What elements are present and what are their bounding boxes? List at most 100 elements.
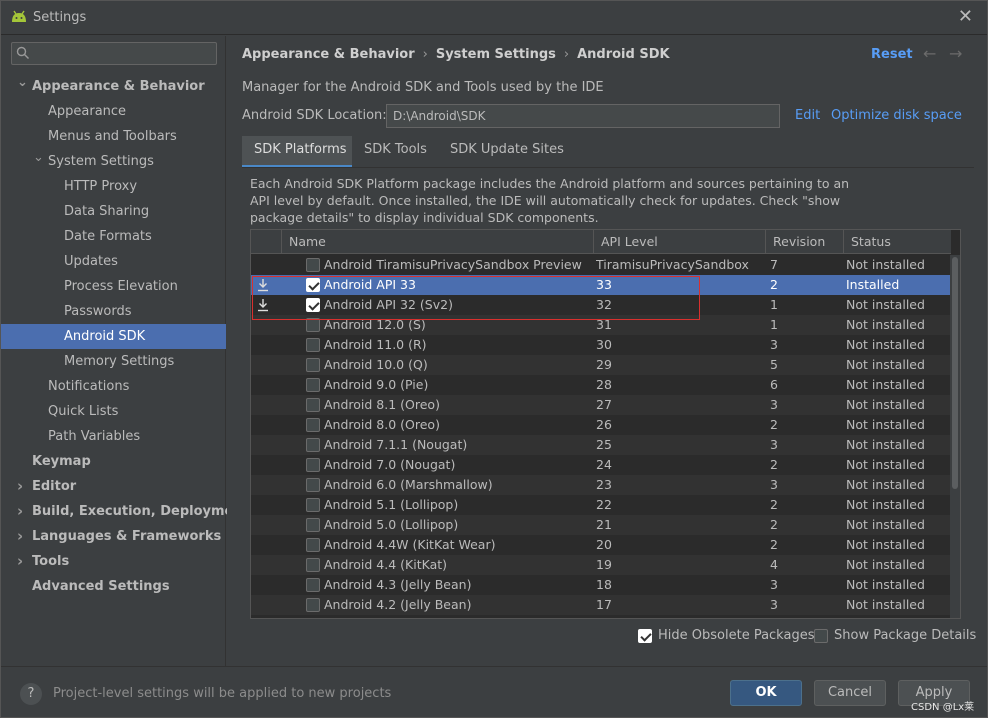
table-row[interactable]: Android 4.4W (KitKat Wear) 20 2 Not install…: [251, 535, 951, 555]
sidebar-item[interactable]: Data Sharing: [1, 199, 226, 224]
scrollbar-thumb[interactable]: [952, 257, 958, 489]
row-checkbox[interactable]: [306, 338, 320, 352]
sidebar-item-label: HTTP Proxy: [64, 179, 138, 194]
sidebar-item[interactable]: › Languages & Frameworks: [1, 524, 226, 549]
table-row[interactable]: Android 7.1.1 (Nougat) 25 3 Not installed: [251, 435, 951, 455]
cancel-button[interactable]: Cancel: [814, 680, 886, 706]
row-checkbox[interactable]: [306, 498, 320, 512]
row-checkbox[interactable]: [306, 478, 320, 492]
edit-link[interactable]: Edit: [795, 108, 820, 123]
table-row[interactable]: Android 4.3 (Jelly Bean) 18 3 Not installed: [251, 575, 951, 595]
optimize-disk-space-link[interactable]: Optimize disk space: [831, 108, 962, 123]
table-scrollbar[interactable]: [950, 255, 960, 618]
sidebar-item[interactable]: Process Elevation: [1, 274, 226, 299]
table-row[interactable]: Android 9.0 (Pie) 28 6 Not installed: [251, 375, 951, 395]
sidebar-item[interactable]: Memory Settings: [1, 349, 226, 374]
table-row[interactable]: Android API 32 (Sv2) 32 1 Not installed: [251, 295, 951, 315]
cell-name: Android API 32 (Sv2): [324, 297, 453, 312]
title-bar: Settings ✕: [1, 1, 987, 35]
close-icon[interactable]: ✕: [958, 6, 973, 27]
row-checkbox[interactable]: [306, 578, 320, 592]
column-header-status[interactable]: Status: [843, 230, 951, 254]
table-row[interactable]: Android 12.0 (S) 31 1 Not installed: [251, 315, 951, 335]
chevron-right-icon[interactable]: ›: [17, 474, 23, 499]
column-header-api-level[interactable]: API Level: [593, 230, 765, 254]
row-checkbox[interactable]: [306, 358, 320, 372]
sidebar-item[interactable]: › Tools: [1, 549, 226, 574]
table-row[interactable]: Android 7.0 (Nougat) 24 2 Not installed: [251, 455, 951, 475]
sidebar-item[interactable]: › Build, Execution, Deployment: [1, 499, 249, 524]
row-checkbox[interactable]: [306, 558, 320, 572]
table-row[interactable]: Android 10.0 (Q) 29 5 Not installed: [251, 355, 951, 375]
table-row[interactable]: Android 8.1 (Oreo) 27 3 Not installed: [251, 395, 951, 415]
row-checkbox[interactable]: [306, 278, 320, 292]
cell-name: Android TiramisuPrivacySandbox Preview: [324, 257, 582, 272]
table-row[interactable]: Android 11.0 (R) 30 3 Not installed: [251, 335, 951, 355]
row-checkbox[interactable]: [306, 258, 320, 272]
sidebar-item[interactable]: › Editor: [1, 474, 226, 499]
row-checkbox[interactable]: [306, 298, 320, 312]
checkbox-checked-icon: [638, 629, 652, 643]
sidebar-item[interactable]: Advanced Settings: [1, 574, 226, 599]
sidebar-item[interactable]: Updates: [1, 249, 226, 274]
table-row[interactable]: Android 8.0 (Oreo) 26 2 Not installed: [251, 415, 951, 435]
table-row[interactable]: Android 6.0 (Marshmallow) 23 3 Not installe…: [251, 475, 951, 495]
table-row[interactable]: Android 4.4 (KitKat) 19 4 Not installed: [251, 555, 951, 575]
table-body: Android TiramisuPrivacySandbox Preview Ti…: [251, 255, 951, 615]
sidebar-item[interactable]: Date Formats: [1, 224, 226, 249]
chevron-down-icon[interactable]: ⌄: [33, 145, 44, 170]
breadcrumb-item[interactable]: Appearance & Behavior: [242, 47, 415, 62]
dialog-footer: ? Project-level settings will be applied…: [1, 666, 987, 717]
column-header-name[interactable]: Name: [281, 230, 593, 254]
cell-api-level: 18: [596, 577, 612, 592]
row-checkbox[interactable]: [306, 378, 320, 392]
sidebar-item[interactable]: Notifications: [1, 374, 226, 399]
tab-sdk-update-sites[interactable]: SDK Update Sites: [438, 136, 576, 168]
row-checkbox[interactable]: [306, 438, 320, 452]
sidebar-item[interactable]: Quick Lists: [1, 399, 226, 424]
sidebar-item[interactable]: Path Variables: [1, 424, 226, 449]
tab-sdk-tools[interactable]: SDK Tools: [352, 136, 439, 168]
sidebar-item[interactable]: Appearance: [1, 99, 226, 124]
page-description: Manager for the Android SDK and Tools us…: [242, 80, 604, 95]
cell-revision: 2: [770, 277, 778, 292]
sidebar-item[interactable]: Passwords: [1, 299, 226, 324]
cell-api-level: 26: [596, 417, 612, 432]
table-row[interactable]: Android TiramisuPrivacySandbox Preview Ti…: [251, 255, 951, 275]
row-checkbox[interactable]: [306, 318, 320, 332]
column-header-revision[interactable]: Revision: [765, 230, 843, 254]
sidebar-item[interactable]: Keymap: [1, 449, 226, 474]
cell-revision: 3: [770, 577, 778, 592]
cell-name: Android 7.0 (Nougat): [324, 457, 456, 472]
forward-arrow-icon[interactable]: →: [949, 44, 962, 63]
row-checkbox[interactable]: [306, 418, 320, 432]
row-checkbox[interactable]: [306, 538, 320, 552]
chevron-right-icon[interactable]: ›: [17, 549, 23, 574]
sidebar-item[interactable]: HTTP Proxy: [1, 174, 226, 199]
search-input[interactable]: [11, 42, 217, 65]
row-checkbox[interactable]: [306, 398, 320, 412]
sidebar-item[interactable]: Android SDK: [1, 324, 226, 349]
table-row[interactable]: Android 4.2 (Jelly Bean) 17 3 Not installed: [251, 595, 951, 615]
sidebar-item[interactable]: ⌄ System Settings: [1, 149, 226, 174]
row-checkbox[interactable]: [306, 458, 320, 472]
sidebar-item[interactable]: ⌄ Appearance & Behavior: [1, 74, 226, 99]
back-arrow-icon[interactable]: ←: [923, 44, 936, 63]
table-row[interactable]: Android API 33 33 2 Installed: [251, 275, 951, 295]
reset-link[interactable]: Reset: [871, 47, 913, 62]
chevron-down-icon[interactable]: ⌄: [17, 70, 28, 95]
row-checkbox[interactable]: [306, 598, 320, 612]
cell-revision: 3: [770, 337, 778, 352]
breadcrumb-item[interactable]: System Settings: [436, 47, 556, 62]
sdk-location-input[interactable]: D:\Android\SDK: [386, 104, 780, 128]
tab-sdk-platforms[interactable]: SDK Platforms: [242, 136, 352, 168]
table-row[interactable]: Android 5.0 (Lollipop) 21 2 Not installed: [251, 515, 951, 535]
cell-status: Not installed: [846, 377, 925, 392]
help-icon[interactable]: ?: [20, 683, 42, 705]
ok-button[interactable]: OK: [730, 680, 802, 706]
table-row[interactable]: Android 5.1 (Lollipop) 22 2 Not installed: [251, 495, 951, 515]
chevron-right-icon[interactable]: ›: [17, 499, 23, 524]
row-checkbox[interactable]: [306, 518, 320, 532]
chevron-right-icon[interactable]: ›: [17, 524, 23, 549]
breadcrumb: Appearance & Behavior › System Settings › An…: [242, 47, 670, 62]
